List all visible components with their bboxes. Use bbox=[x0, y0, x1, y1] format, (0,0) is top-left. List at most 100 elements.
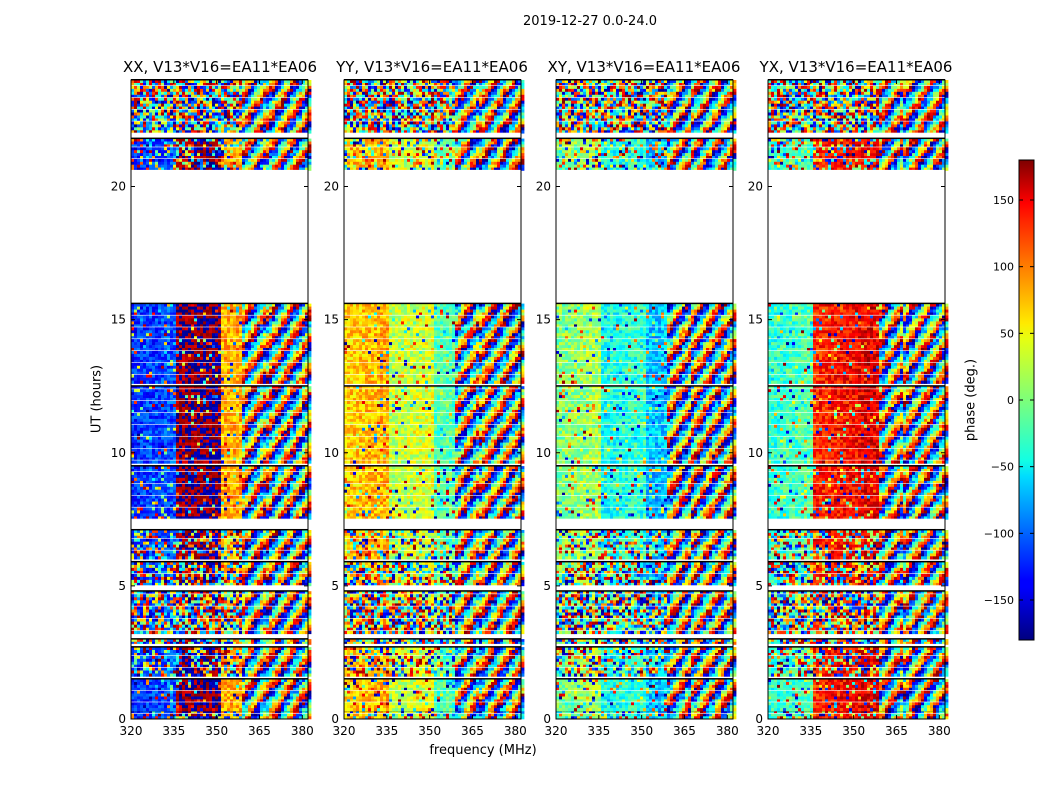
heatmap-cell bbox=[239, 697, 242, 700]
heatmap-cell bbox=[158, 679, 161, 682]
heatmap-cell bbox=[263, 694, 266, 697]
heatmap-cell bbox=[140, 691, 143, 694]
heatmap-cell bbox=[146, 702, 149, 705]
heatmap-cell bbox=[224, 679, 227, 682]
heatmap-cell bbox=[164, 679, 167, 682]
heatmap-cell bbox=[308, 679, 311, 682]
heatmap-cell bbox=[287, 682, 290, 685]
heatmap-cell bbox=[287, 697, 290, 700]
heatmap-cell bbox=[173, 679, 176, 682]
heatmap-cell bbox=[236, 697, 239, 700]
heatmap-cell bbox=[251, 714, 254, 717]
heatmap-cell bbox=[164, 714, 167, 717]
heatmap-cell bbox=[155, 685, 158, 688]
heatmap-cell bbox=[143, 691, 146, 694]
heatmap-cell bbox=[302, 679, 305, 682]
heatmap-cell bbox=[260, 682, 263, 685]
heatmap-cell bbox=[185, 694, 188, 697]
heatmap-cell bbox=[281, 682, 284, 685]
heatmap-cell bbox=[239, 694, 242, 697]
heatmap-cell bbox=[278, 714, 281, 717]
heatmap-cell bbox=[185, 679, 188, 682]
heatmap-cell bbox=[236, 694, 239, 697]
heatmap-cell bbox=[164, 685, 167, 688]
heatmap-cell bbox=[290, 679, 293, 682]
heatmap-cell bbox=[266, 679, 269, 682]
heatmap-cell bbox=[152, 682, 155, 685]
heatmap-cell bbox=[224, 697, 227, 700]
heatmap-cell bbox=[236, 714, 239, 717]
heatmap-cell bbox=[191, 691, 194, 694]
heatmap-cell bbox=[137, 714, 140, 717]
heatmap-cell bbox=[182, 697, 185, 700]
heatmap-cell bbox=[254, 714, 257, 717]
heatmap-cell bbox=[302, 697, 305, 700]
heatmap-cell bbox=[221, 691, 224, 694]
heatmap-cell bbox=[137, 694, 140, 697]
heatmap-cell bbox=[266, 714, 269, 717]
heatmap-cell bbox=[275, 694, 278, 697]
heatmap-cell bbox=[149, 679, 152, 682]
heatmap-cell bbox=[131, 702, 134, 705]
heatmap-cell bbox=[221, 714, 224, 717]
heatmap-cell bbox=[284, 694, 287, 697]
heatmap-cell bbox=[182, 679, 185, 682]
heatmap-cell bbox=[308, 699, 311, 702]
heatmap-cell bbox=[266, 697, 269, 700]
heatmap-cell bbox=[158, 702, 161, 705]
heatmap-cell bbox=[290, 682, 293, 685]
heatmap-cell bbox=[293, 714, 296, 717]
heatmap-cell bbox=[131, 691, 134, 694]
heatmap-cell bbox=[206, 682, 209, 685]
heatmap-cell bbox=[131, 679, 134, 682]
heatmap-cell bbox=[218, 697, 221, 700]
heatmap-cell bbox=[200, 714, 203, 717]
heatmap-cell bbox=[236, 691, 239, 694]
heatmap-cell bbox=[149, 702, 152, 705]
heatmap-cell bbox=[245, 679, 248, 682]
heatmap-cell bbox=[209, 679, 212, 682]
heatmap-cell bbox=[284, 679, 287, 682]
heatmap-cell bbox=[236, 682, 239, 685]
heatmap-cell bbox=[176, 685, 179, 688]
heatmap-cell bbox=[242, 694, 245, 697]
heatmap-cell bbox=[155, 691, 158, 694]
heatmap-cell bbox=[140, 702, 143, 705]
heatmap-cell bbox=[308, 685, 311, 688]
heatmap-cell bbox=[308, 691, 311, 694]
heatmap-cell bbox=[284, 685, 287, 688]
heatmap-cell bbox=[149, 697, 152, 700]
heatmap-cell bbox=[206, 714, 209, 717]
heatmap-cell bbox=[263, 697, 266, 700]
heatmap-cell bbox=[302, 682, 305, 685]
heatmap-cell bbox=[296, 691, 299, 694]
heatmap-cell bbox=[257, 679, 260, 682]
heatmap-cell bbox=[263, 714, 266, 717]
heatmap-cell bbox=[230, 691, 233, 694]
heatmap-cell bbox=[236, 679, 239, 682]
heatmap-cell bbox=[179, 697, 182, 700]
heatmap-cell bbox=[257, 694, 260, 697]
heatmap-cell bbox=[137, 682, 140, 685]
heatmap-cell bbox=[308, 697, 311, 700]
heatmap-cell bbox=[155, 714, 158, 717]
heatmap-cell bbox=[200, 682, 203, 685]
heatmap-cell bbox=[179, 714, 182, 717]
heatmap-cell bbox=[173, 682, 176, 685]
heatmap-cell bbox=[242, 714, 245, 717]
heatmap-cell bbox=[167, 682, 170, 685]
heatmap-cell bbox=[272, 685, 275, 688]
heatmap-cell bbox=[164, 694, 167, 697]
heatmap-cell bbox=[287, 694, 290, 697]
heatmap-cell bbox=[278, 691, 281, 694]
heatmap-cell bbox=[260, 697, 263, 700]
heatmap-cell bbox=[257, 682, 260, 685]
heatmap-cell bbox=[254, 682, 257, 685]
heatmap-cell bbox=[215, 679, 218, 682]
heatmap-cell bbox=[134, 697, 137, 700]
heatmap-cell bbox=[239, 679, 242, 682]
heatmap-cell bbox=[233, 694, 236, 697]
heatmap-cell bbox=[167, 714, 170, 717]
heatmap-cell bbox=[251, 682, 254, 685]
heatmap-cell bbox=[221, 685, 224, 688]
